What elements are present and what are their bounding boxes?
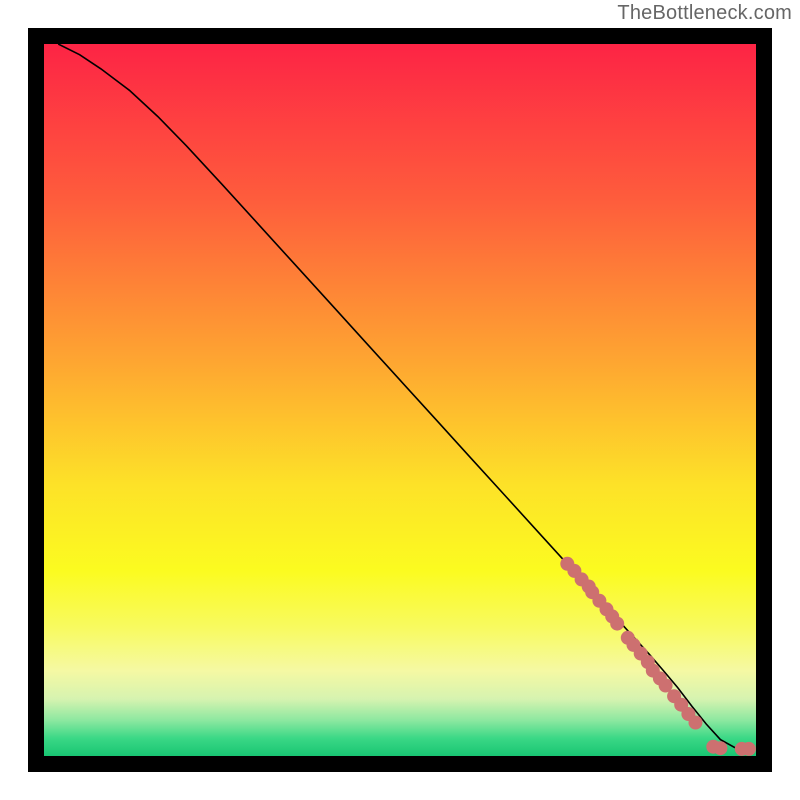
- data-marker: [610, 617, 624, 631]
- chart-stage: TheBottleneck.com: [0, 0, 800, 800]
- data-marker: [713, 741, 727, 755]
- gradient-background: [44, 44, 756, 756]
- attribution-text: TheBottleneck.com: [617, 2, 792, 25]
- data-marker: [689, 716, 703, 730]
- chart-svg: [44, 44, 756, 756]
- data-marker: [742, 742, 756, 756]
- chart-plot-area: [44, 44, 756, 756]
